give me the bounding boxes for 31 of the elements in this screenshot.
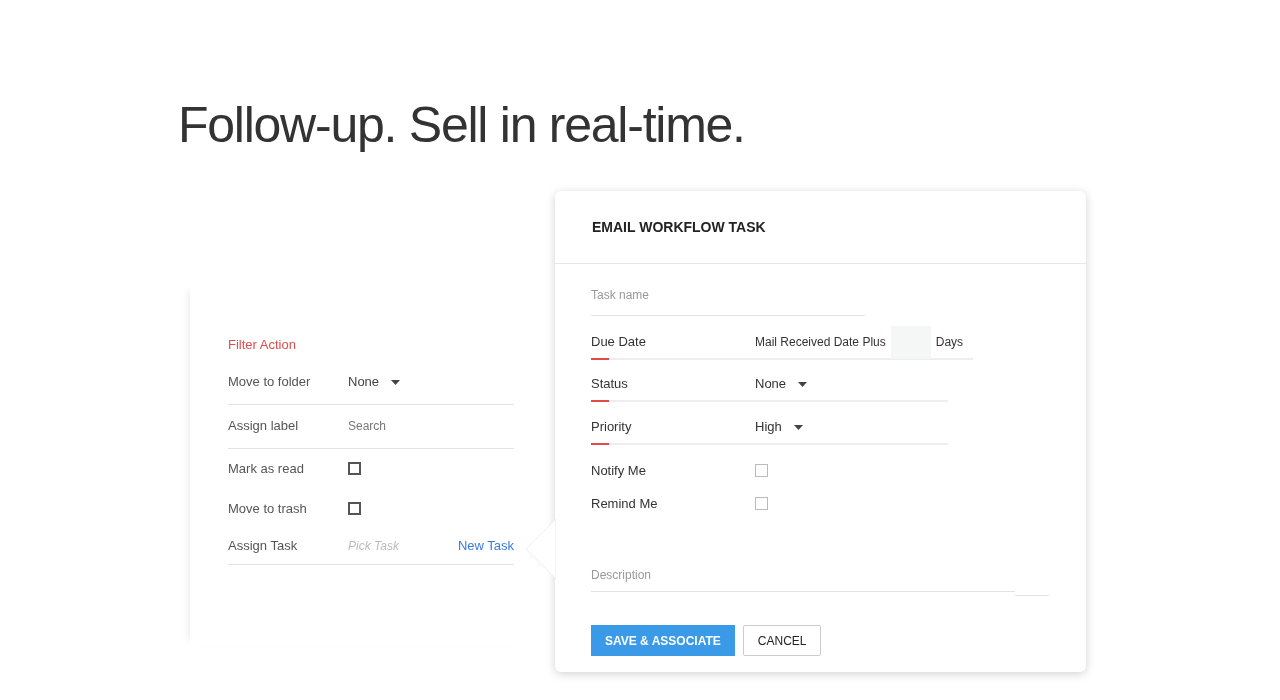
search-field[interactable]: Search [348, 417, 498, 435]
field-label: Due Date [591, 333, 647, 352]
new-task-link[interactable]: New Task [457, 536, 514, 556]
field-label: Priority [591, 418, 633, 437]
field-label: Status [591, 375, 629, 394]
field-label: Remind Me [591, 494, 659, 513]
caret-icon [793, 424, 803, 430]
field-label: Assign label [228, 417, 300, 436]
caret-icon [391, 379, 401, 385]
folder-dropdown[interactable]: None [348, 372, 401, 392]
select-dropdown[interactable]: None [755, 374, 808, 394]
field-value: Mail Received Date Plus [755, 334, 886, 351]
field-label: Assign Task [228, 537, 299, 556]
days-label: Days [935, 334, 964, 351]
checkbox[interactable] [348, 462, 361, 475]
checkbox[interactable] [348, 502, 361, 515]
task-name-field[interactable]: Task name [591, 274, 865, 316]
panel-title: Filter Action [228, 336, 297, 354]
field-label: Notify Me [591, 461, 647, 480]
cancel-button[interactable]: CANCEL [742, 625, 822, 656]
checkbox[interactable] [755, 464, 768, 477]
caret-icon [798, 381, 808, 387]
dialog-title: EMAIL WORKFLOW TASK [592, 217, 766, 237]
select-dropdown[interactable]: High [755, 417, 803, 437]
checkbox[interactable] [755, 497, 768, 510]
field-label: Move to trash [228, 499, 308, 518]
headline: Follow-up. Sell in real-time. [178, 96, 746, 155]
field-label: Move to folder [228, 373, 312, 392]
task-picker-field[interactable]: Pick Task [348, 537, 448, 555]
field-label: Mark as read [228, 459, 305, 478]
description-field[interactable]: Description [591, 558, 1015, 592]
